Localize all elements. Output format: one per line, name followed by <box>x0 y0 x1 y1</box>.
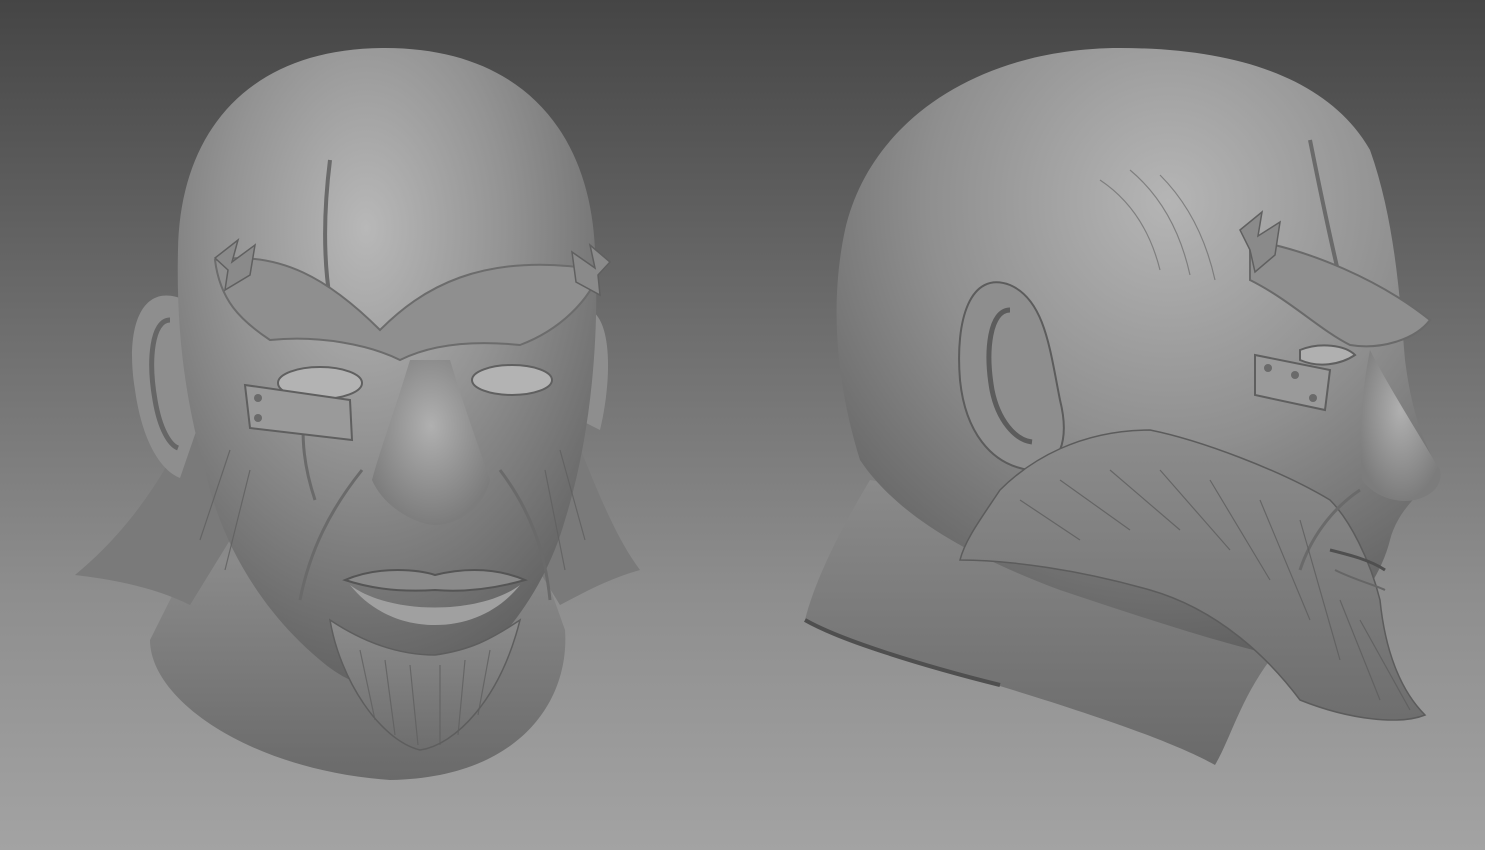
profile-band-rivet-2 <box>1291 371 1299 379</box>
head-profile-view[interactable] <box>804 48 1441 765</box>
sculpt-canvas[interactable] <box>0 0 1485 850</box>
head-front-view[interactable] <box>75 48 640 780</box>
front-band-rivet-2 <box>254 414 262 422</box>
profile-band-rivet-3 <box>1309 394 1317 402</box>
front-right-eye <box>471 364 553 396</box>
profile-band-rivet-1 <box>1264 364 1272 372</box>
sculpt-viewport[interactable] <box>0 0 1485 850</box>
front-band-rivet-1 <box>254 394 262 402</box>
